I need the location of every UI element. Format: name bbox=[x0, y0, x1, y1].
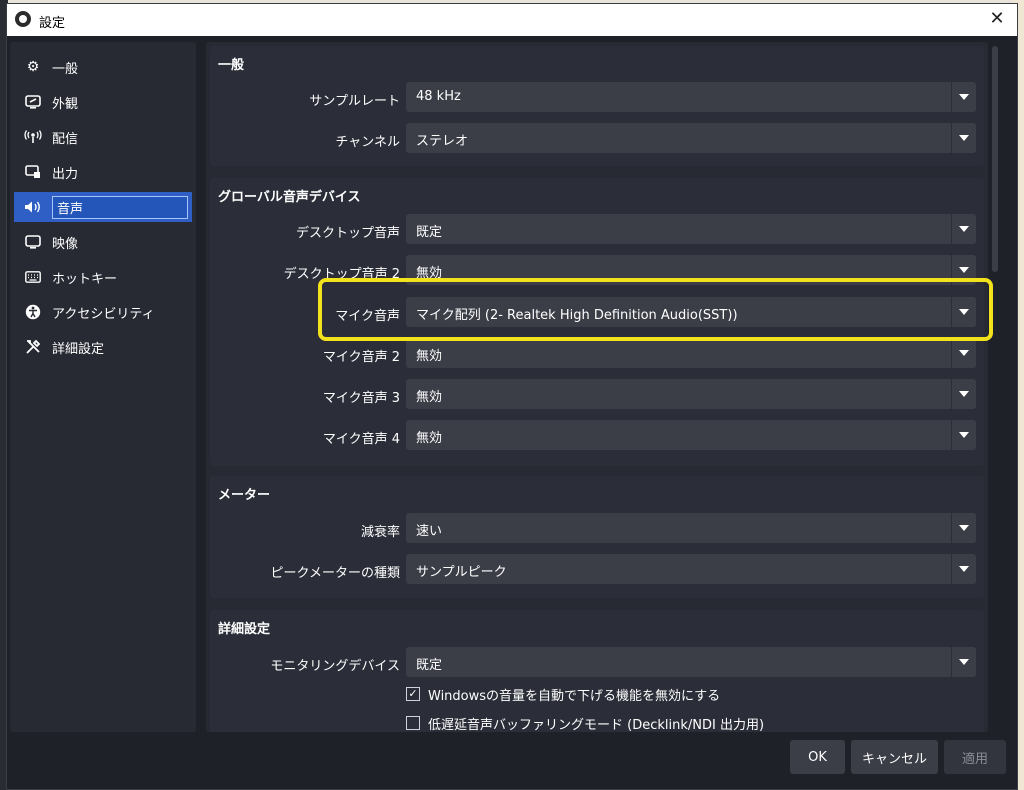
group-title: メーター bbox=[218, 488, 271, 503]
sidebar-item-label: 配信 bbox=[52, 131, 79, 147]
sidebar-item-label: 出力 bbox=[52, 166, 79, 182]
sidebar-item-audio[interactable]: 音声 bbox=[14, 192, 192, 222]
gear-icon: ⚙ bbox=[26, 59, 40, 75]
select-value: 無効 bbox=[416, 431, 443, 446]
sample-rate-label: サンプルレート bbox=[309, 94, 400, 109]
keyboard-icon bbox=[22, 268, 44, 286]
select-value: 既定 bbox=[416, 225, 443, 240]
chevron-down-icon bbox=[951, 338, 976, 368]
sidebar-item-label: 外観 bbox=[52, 96, 79, 112]
select-value: 48 kHz bbox=[416, 89, 461, 104]
chevron-down-icon bbox=[951, 513, 976, 543]
device-row: マイク音声 4 無効 bbox=[210, 420, 984, 452]
monitoring-row: モニタリングデバイス 既定 bbox=[210, 647, 984, 679]
title-bar: 設定 ✕ bbox=[7, 4, 1017, 36]
sidebar-item-accessibility[interactable]: アクセシビリティ bbox=[14, 297, 192, 327]
low-latency-checkbox-row[interactable]: 低遅延音声バッファリングモード (Decklink/NDI 出力用) bbox=[406, 713, 764, 732]
tools-icon bbox=[22, 338, 44, 356]
ok-button[interactable]: OK bbox=[790, 740, 845, 774]
mic-audio-4-label: マイク音声 4 bbox=[322, 432, 400, 447]
general-group: 一般 サンプルレート 48 kHz チャンネル ステレオ bbox=[210, 46, 984, 166]
meters-group: メーター 減衰率 速い ピークメーターの種類 サンプルピーク bbox=[210, 476, 984, 598]
close-button[interactable]: ✕ bbox=[985, 7, 1009, 31]
decay-rate-select[interactable]: 速い bbox=[406, 513, 976, 543]
settings-content: 一般 サンプルレート 48 kHz チャンネル ステレオ グローバル音声デバイス… bbox=[206, 42, 988, 732]
broadcast-icon bbox=[22, 128, 44, 146]
cancel-button[interactable]: キャンセル bbox=[851, 740, 938, 774]
sidebar-item-label: アクセシビリティ bbox=[52, 306, 155, 322]
select-value: 無効 bbox=[416, 390, 443, 405]
ducking-checkbox[interactable]: ✓ bbox=[406, 687, 420, 701]
advanced-group: 詳細設定 モニタリングデバイス 既定 ✓ Windowsの音量を自動で下げる機能… bbox=[210, 610, 984, 732]
select-value: ステレオ bbox=[416, 134, 469, 149]
close-icon: ✕ bbox=[989, 8, 1005, 29]
decay-row: 減衰率 速い bbox=[210, 513, 984, 545]
sidebar-item-label: 映像 bbox=[52, 236, 79, 252]
chevron-down-icon bbox=[951, 420, 976, 450]
chevron-down-icon bbox=[951, 379, 976, 409]
speaker-icon bbox=[22, 198, 44, 216]
mic-audio-3-label: マイク音声 3 bbox=[322, 391, 400, 406]
select-value: 既定 bbox=[416, 658, 443, 673]
peak-type-row: ピークメーターの種類 サンプルピーク bbox=[210, 554, 984, 586]
accessibility-icon bbox=[22, 303, 44, 321]
mic-audio-4-select[interactable]: 無効 bbox=[406, 420, 976, 450]
mic-audio-3-select[interactable]: 無効 bbox=[406, 379, 976, 409]
sidebar-item-label: 一般 bbox=[52, 61, 79, 77]
group-title: 詳細設定 bbox=[218, 622, 271, 637]
mic-audio-2-select[interactable]: 無効 bbox=[406, 338, 976, 368]
appearance-icon bbox=[22, 93, 44, 111]
sidebar-item-general[interactable]: ⚙ 一般 bbox=[14, 52, 192, 82]
apply-button[interactable]: 適用 bbox=[944, 740, 1006, 774]
monitor-icon bbox=[22, 233, 44, 251]
ducking-checkbox-label: Windowsの音量を自動で下げる機能を無効にする bbox=[428, 688, 721, 704]
channel-row: チャンネル ステレオ bbox=[210, 123, 984, 155]
low-latency-checkbox-label: 低遅延音声バッファリングモード (Decklink/NDI 出力用) bbox=[428, 717, 765, 733]
chevron-down-icon bbox=[951, 123, 976, 153]
select-value: 速い bbox=[416, 524, 443, 539]
device-row: デスクトップ音声 既定 bbox=[210, 214, 984, 246]
channel-label: チャンネル bbox=[335, 135, 400, 150]
window-title: 設定 bbox=[39, 16, 66, 31]
sample-rate-select[interactable]: 48 kHz bbox=[406, 82, 976, 112]
low-latency-checkbox[interactable] bbox=[406, 716, 420, 730]
device-row: マイク音声 2 無効 bbox=[210, 338, 984, 370]
chevron-down-icon bbox=[951, 554, 976, 584]
chevron-down-icon bbox=[951, 82, 976, 112]
sample-rate-row: サンプルレート 48 kHz bbox=[210, 82, 984, 114]
channel-select[interactable]: ステレオ bbox=[406, 123, 976, 153]
sidebar-item-output[interactable]: 出力 bbox=[14, 157, 192, 187]
sidebar-item-label: 詳細設定 bbox=[52, 341, 105, 357]
select-value: サンプルピーク bbox=[416, 565, 507, 580]
chevron-down-icon bbox=[951, 214, 976, 244]
scrollbar-thumb[interactable] bbox=[992, 46, 998, 272]
group-title: グローバル音声デバイス bbox=[218, 190, 361, 205]
peak-meter-type-select[interactable]: サンプルピーク bbox=[406, 554, 976, 584]
desktop-audio-label: デスクトップ音声 bbox=[295, 226, 400, 241]
sidebar-item-appearance[interactable]: 外観 bbox=[14, 87, 192, 117]
settings-sidebar: ⚙ 一般 外観 配信 出力 音声 映像 ホットキー アクセシビリティ 詳細設定 bbox=[10, 42, 196, 732]
monitoring-device-select[interactable]: 既定 bbox=[406, 647, 976, 677]
sidebar-item-video[interactable]: 映像 bbox=[14, 227, 192, 257]
ducking-checkbox-row[interactable]: ✓ Windowsの音量を自動で下げる機能を無効にする bbox=[406, 684, 720, 704]
sidebar-item-hotkeys[interactable]: ホットキー bbox=[14, 262, 192, 292]
chevron-down-icon bbox=[951, 647, 976, 677]
content-scrollbar[interactable] bbox=[990, 42, 1000, 732]
select-value: 無効 bbox=[416, 349, 443, 364]
peak-meter-type-label: ピークメーターの種類 bbox=[270, 566, 400, 581]
decay-rate-label: 減衰率 bbox=[360, 525, 400, 540]
monitoring-device-label: モニタリングデバイス bbox=[270, 659, 400, 674]
device-row: マイク音声 3 無効 bbox=[210, 379, 984, 411]
sidebar-item-stream[interactable]: 配信 bbox=[14, 122, 192, 152]
group-title: 一般 bbox=[218, 58, 245, 73]
obs-app-icon bbox=[15, 11, 31, 27]
sidebar-item-label: ホットキー bbox=[52, 271, 118, 287]
output-icon bbox=[22, 163, 44, 181]
sidebar-item-label: 音声 bbox=[52, 195, 188, 219]
desktop-audio-select[interactable]: 既定 bbox=[406, 214, 976, 244]
mic-audio-highlight-box bbox=[318, 278, 993, 341]
sidebar-item-advanced[interactable]: 詳細設定 bbox=[14, 332, 192, 362]
mic-audio-2-label: マイク音声 2 bbox=[322, 350, 400, 365]
